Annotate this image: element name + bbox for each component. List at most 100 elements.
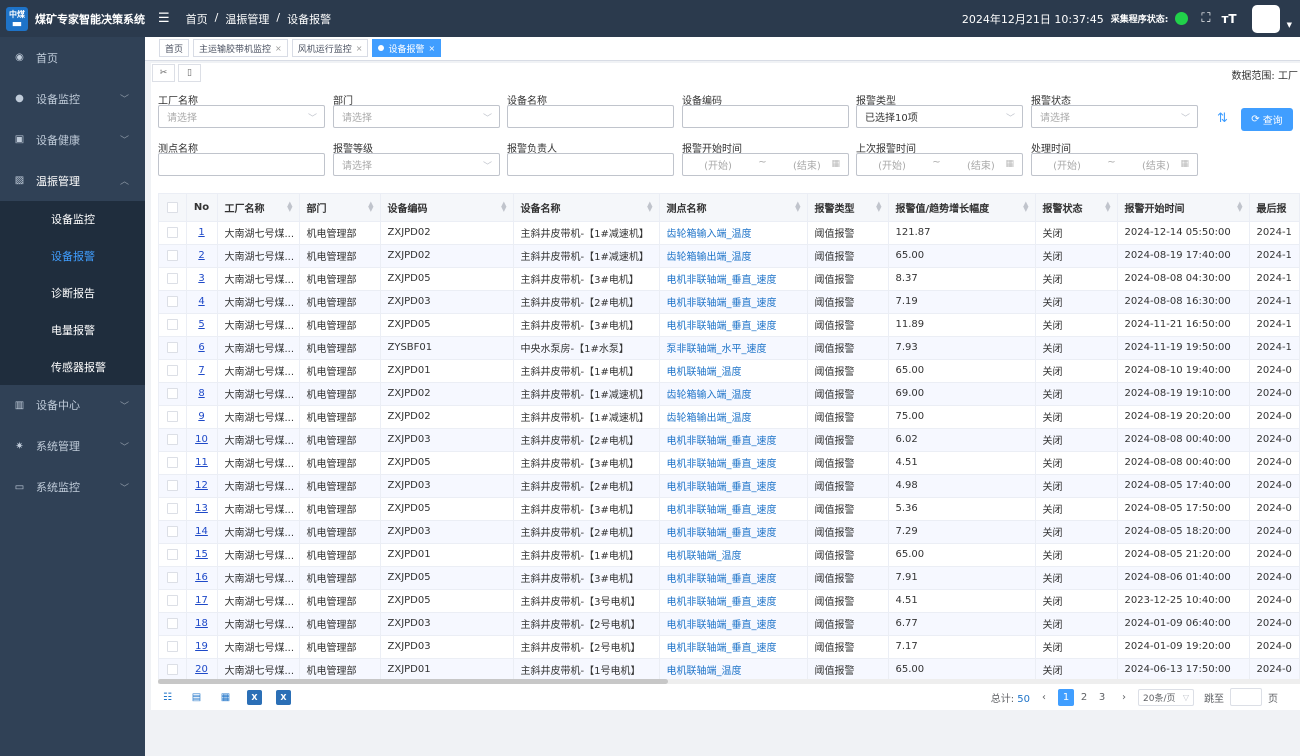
sort-icon[interactable]: ▲ ▼	[368, 201, 373, 213]
caret-down-icon[interactable]: ▼	[1287, 21, 1292, 29]
measure-point-link[interactable]: 齿轮箱输入端_温度	[659, 221, 808, 245]
tab-3[interactable]: 设备报警 ×	[372, 39, 442, 57]
row-number-link[interactable]: 17	[186, 589, 218, 613]
row-checkbox[interactable]	[166, 502, 178, 514]
row-checkbox[interactable]	[166, 548, 178, 560]
breadcrumb-section[interactable]: 温振管理	[225, 11, 269, 27]
column-header[interactable]: 测点名称 ▲ ▼	[659, 194, 808, 222]
filter-settings-icon[interactable]: ☷	[160, 690, 175, 705]
submenu-item[interactable]: 设备监控	[0, 201, 145, 238]
row-checkbox[interactable]	[166, 594, 178, 606]
row-number-link[interactable]: 10	[186, 428, 218, 452]
row-number-link[interactable]: 18	[186, 612, 218, 636]
sidebar-item-3[interactable]: ▨ 温振管理 ︿	[0, 160, 145, 201]
fullscreen-icon[interactable]: ⛶	[1201, 11, 1210, 26]
column-header[interactable]: 部门 ▲ ▼	[299, 194, 381, 222]
date-range-picker[interactable]: (开始) ~ (结束) ▦	[856, 153, 1023, 176]
table-row[interactable]: 12 大南湖七号煤... 机电管理部 ZXJPD03 主斜井皮带机-【2#电机】 电机非联…	[159, 474, 1299, 498]
query-button[interactable]: ⟳ 查询	[1241, 108, 1293, 131]
sidebar-item-1[interactable]: ● 设备监控 ﹀	[0, 78, 145, 119]
row-number-link[interactable]: 19	[186, 635, 218, 659]
sort-icon[interactable]: ▲ ▼	[1105, 201, 1110, 213]
measure-point-link[interactable]: 电机非联轴端_垂直_速度	[659, 566, 808, 590]
row-checkbox[interactable]	[166, 479, 178, 491]
next-page-button[interactable]: ›	[1116, 689, 1132, 706]
table-row[interactable]: 2 大南湖七号煤... 机电管理部 ZXJPD02 主斜井皮带机-【1#减速机】 齿轮箱输…	[159, 244, 1299, 268]
sidebar-item-a0[interactable]: ▥ 设备中心 ﹀	[0, 385, 145, 426]
row-checkbox[interactable]	[166, 571, 178, 583]
row-checkbox[interactable]	[166, 272, 178, 284]
table-row[interactable]: 5 大南湖七号煤... 机电管理部 ZXJPD05 主斜井皮带机-【3#电机】 电机非联轴…	[159, 313, 1299, 337]
measure-point-link[interactable]: 泵非联轴端_水平_速度	[659, 336, 808, 360]
excel-export-icon[interactable]: X	[247, 690, 262, 705]
page-button-1[interactable]: 1	[1058, 688, 1074, 706]
column-header[interactable]: 工厂名称 ▲ ▼	[217, 194, 300, 222]
row-checkbox[interactable]	[166, 617, 178, 629]
filter-input[interactable]	[507, 105, 674, 128]
column-header[interactable]: 报警状态 ▲ ▼	[1035, 194, 1118, 222]
row-checkbox[interactable]	[166, 456, 178, 468]
row-checkbox[interactable]	[166, 387, 178, 399]
table-row[interactable]: 18 大南湖七号煤... 机电管理部 ZXJPD03 主斜井皮带机-【2号电机】 电机非联…	[159, 612, 1299, 636]
measure-point-link[interactable]: 电机非联轴端_垂直_速度	[659, 520, 808, 544]
row-checkbox[interactable]	[166, 410, 178, 422]
submenu-item[interactable]: 传感器报警	[0, 348, 145, 385]
measure-point-link[interactable]: 齿轮箱输入端_温度	[659, 382, 808, 406]
row-checkbox[interactable]	[166, 663, 178, 675]
inbox-icon[interactable]: ▤	[189, 690, 204, 705]
jump-page-input[interactable]	[1230, 688, 1262, 706]
close-icon[interactable]: ×	[356, 44, 363, 53]
page-button-3[interactable]: 3	[1094, 689, 1110, 706]
table-row[interactable]: 17 大南湖七号煤... 机电管理部 ZXJPD05 主斜井皮带机-【3号电机】 电机非联…	[159, 589, 1299, 613]
table-row[interactable]: 10 大南湖七号煤... 机电管理部 ZXJPD03 主斜井皮带机-【2#电机】 电机非联…	[159, 428, 1299, 452]
sidebar-item-a1[interactable]: ✷ 系统管理 ﹀	[0, 426, 145, 467]
table-row[interactable]: 9 大南湖七号煤... 机电管理部 ZXJPD02 主斜井皮带机-【1#减速机】 齿轮箱输…	[159, 405, 1299, 429]
row-number-link[interactable]: 16	[186, 566, 218, 590]
hamburger-icon[interactable]: ☰	[158, 11, 170, 26]
calendar-icon[interactable]: ▦	[218, 690, 233, 705]
row-checkbox[interactable]	[166, 433, 178, 445]
measure-point-link[interactable]: 电机非联轴端_垂直_速度	[659, 267, 808, 291]
measure-point-link[interactable]: 齿轮箱输出端_温度	[659, 244, 808, 268]
measure-point-link[interactable]: 电机非联轴端_垂直_速度	[659, 313, 808, 337]
row-number-link[interactable]: 1	[186, 221, 218, 245]
row-number-link[interactable]: 11	[186, 451, 218, 475]
column-settings-icon[interactable]: ⇅	[1217, 111, 1228, 126]
sort-icon[interactable]: ▲ ▼	[501, 201, 506, 213]
row-checkbox[interactable]	[166, 249, 178, 261]
measure-point-link[interactable]: 电机非联轴端_垂直_速度	[659, 474, 808, 498]
table-row[interactable]: 20 大南湖七号煤... 机电管理部 ZXJPD01 主斜井皮带机-【1号电机】 电机联轴…	[159, 658, 1299, 680]
column-header[interactable]: 设备编码 ▲ ▼	[380, 194, 514, 222]
tab-0[interactable]: 首页	[159, 39, 190, 57]
table-row[interactable]: 11 大南湖七号煤... 机电管理部 ZXJPD05 主斜井皮带机-【3#电机】 电机非联…	[159, 451, 1299, 475]
measure-point-link[interactable]: 电机非联轴端_垂直_速度	[659, 451, 808, 475]
close-icon[interactable]: ×	[275, 44, 282, 53]
table-row[interactable]: 4 大南湖七号煤... 机电管理部 ZXJPD03 主斜井皮带机-【2#电机】 电机非联轴…	[159, 290, 1299, 314]
column-header[interactable]: 设备名称 ▲ ▼	[513, 194, 660, 222]
filter-input[interactable]	[158, 153, 325, 176]
sort-icon[interactable]: ▲ ▼	[287, 201, 292, 213]
prev-page-button[interactable]: ‹	[1036, 689, 1052, 706]
row-number-link[interactable]: 9	[186, 405, 218, 429]
filter-input[interactable]	[682, 105, 849, 128]
table-row[interactable]: 1 大南湖七号煤... 机电管理部 ZXJPD02 主斜井皮带机-【1#减速机】 齿轮箱输…	[159, 221, 1299, 245]
table-row[interactable]: 13 大南湖七号煤... 机电管理部 ZXJPD05 主斜井皮带机-【3#电机】 电机非联…	[159, 497, 1299, 521]
sort-icon[interactable]: ▲ ▼	[876, 201, 881, 213]
filter-select[interactable]: 请选择 ﹀	[158, 105, 325, 128]
row-number-link[interactable]: 7	[186, 359, 218, 383]
filter-select[interactable]: 请选择 ﹀	[333, 153, 500, 176]
sidebar-item-0[interactable]: ◉ 首页	[0, 37, 145, 78]
row-number-link[interactable]: 4	[186, 290, 218, 314]
sort-icon[interactable]: ▲ ▼	[1023, 201, 1028, 213]
column-header[interactable]: 报警值/趋势增长幅度 ▲ ▼	[888, 194, 1036, 222]
sidebar-item-2[interactable]: ▣ 设备健康 ﹀	[0, 119, 145, 160]
row-number-link[interactable]: 3	[186, 267, 218, 291]
table-row[interactable]: 15 大南湖七号煤... 机电管理部 ZXJPD01 主斜井皮带机-【1#电机】 电机联轴…	[159, 543, 1299, 567]
measure-point-link[interactable]: 电机非联轴端_垂直_速度	[659, 612, 808, 636]
filter-input[interactable]	[507, 153, 674, 176]
row-checkbox[interactable]	[166, 226, 178, 238]
filter-select[interactable]: 请选择 ﹀	[1031, 105, 1198, 128]
table-row[interactable]: 7 大南湖七号煤... 机电管理部 ZXJPD01 主斜井皮带机-【1#电机】 电机联轴端…	[159, 359, 1299, 383]
page-size-select[interactable]: 20条/页 ▽	[1138, 688, 1194, 706]
row-checkbox[interactable]	[166, 640, 178, 652]
